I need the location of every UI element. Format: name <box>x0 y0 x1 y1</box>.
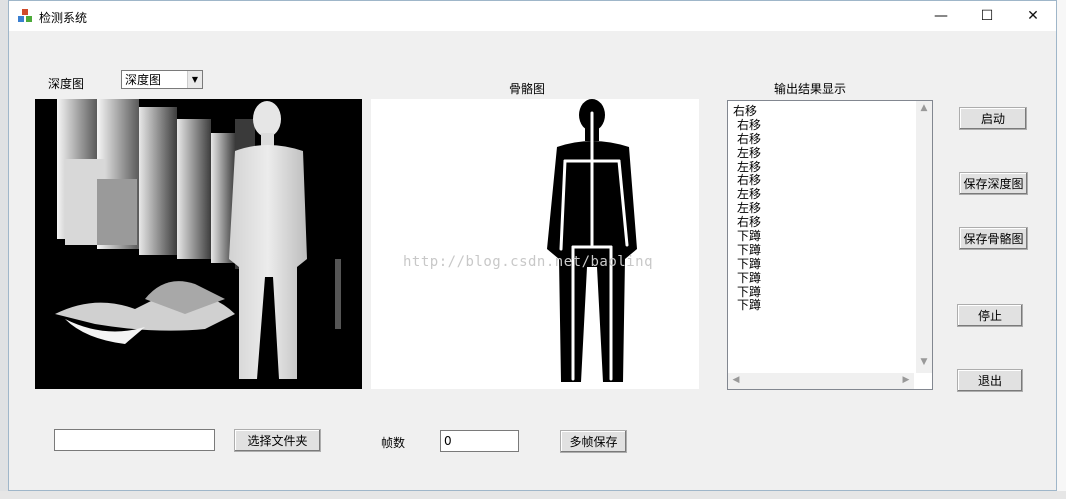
exit-button[interactable]: 退出 <box>957 369 1023 392</box>
main-window: 检测系统 — ☐ ✕ 深度图 深度图 ▼ 骨骼图 http://blog.csd… <box>8 0 1057 491</box>
skeleton-label: 骨骼图 <box>509 82 546 96</box>
depth-image <box>35 99 362 389</box>
minimize-icon: — <box>934 8 948 24</box>
multi-frame-save-button[interactable]: 多帧保存 <box>560 430 627 453</box>
select-folder-button[interactable]: 选择文件夹 <box>234 429 321 452</box>
list-item[interactable]: 左移 <box>733 146 761 161</box>
background-strip <box>1057 0 1066 499</box>
title-bar[interactable]: 检测系统 — ☐ ✕ <box>9 1 1056 31</box>
depth-label: 深度图 <box>48 77 85 91</box>
skeleton-image: http://blog.csdn.net/baolinq <box>371 99 699 389</box>
window-title: 检测系统 <box>39 11 88 25</box>
scroll-right-icon[interactable]: ▶ <box>898 375 914 385</box>
list-item[interactable]: 下蹲 <box>733 229 761 244</box>
list-item[interactable]: 下蹲 <box>733 257 761 272</box>
frames-label: 帧数 <box>381 436 406 450</box>
minimize-button[interactable]: — <box>918 1 964 31</box>
frames-input[interactable] <box>440 430 519 452</box>
list-item[interactable]: 下蹲 <box>733 299 761 313</box>
view-mode-select[interactable]: 深度图 ▼ <box>121 70 203 89</box>
scroll-left-icon[interactable]: ◀ <box>728 375 744 385</box>
maximize-button[interactable]: ☐ <box>964 1 1010 31</box>
list-item[interactable]: 右移 <box>733 132 761 147</box>
save-skeleton-button[interactable]: 保存骨骼图 <box>959 227 1028 250</box>
background-taskbar <box>0 491 1066 499</box>
chevron-down-icon[interactable]: ▼ <box>187 71 202 88</box>
list-item[interactable]: 下蹲 <box>733 243 761 258</box>
list-item[interactable]: 下蹲 <box>733 271 761 286</box>
save-depth-button[interactable]: 保存深度图 <box>959 172 1028 195</box>
close-button[interactable]: ✕ <box>1010 1 1056 31</box>
maximize-icon: ☐ <box>980 8 994 24</box>
output-list: 右移 右移 右移 左移 左移 右移 左移 左移 右移 下蹲 下蹲 下蹲 下蹲 下… <box>733 104 761 313</box>
view-mode-select-value: 深度图 <box>125 73 162 87</box>
output-listbox[interactable]: 右移 右移 右移 左移 左移 右移 左移 左移 右移 下蹲 下蹲 下蹲 下蹲 下… <box>727 100 933 390</box>
start-button[interactable]: 启动 <box>959 107 1027 130</box>
list-item[interactable]: 右移 <box>733 118 761 133</box>
watermark-text: http://blog.csdn.net/baolinq <box>403 254 653 270</box>
list-item[interactable]: 下蹲 <box>733 285 761 300</box>
vertical-scrollbar[interactable]: ▲ ▼ <box>916 101 932 373</box>
horizontal-scrollbar[interactable]: ◀ ▶ <box>728 373 914 389</box>
scroll-up-icon[interactable]: ▲ <box>916 103 932 113</box>
folder-path-input[interactable] <box>54 429 215 451</box>
list-item[interactable]: 右移 <box>733 104 761 119</box>
close-icon: ✕ <box>1027 8 1039 24</box>
list-item[interactable]: 右移 <box>733 215 761 230</box>
app-icon <box>18 9 32 22</box>
scroll-down-icon[interactable]: ▼ <box>916 357 932 367</box>
output-label: 输出结果显示 <box>774 82 847 96</box>
stop-button[interactable]: 停止 <box>957 304 1023 327</box>
